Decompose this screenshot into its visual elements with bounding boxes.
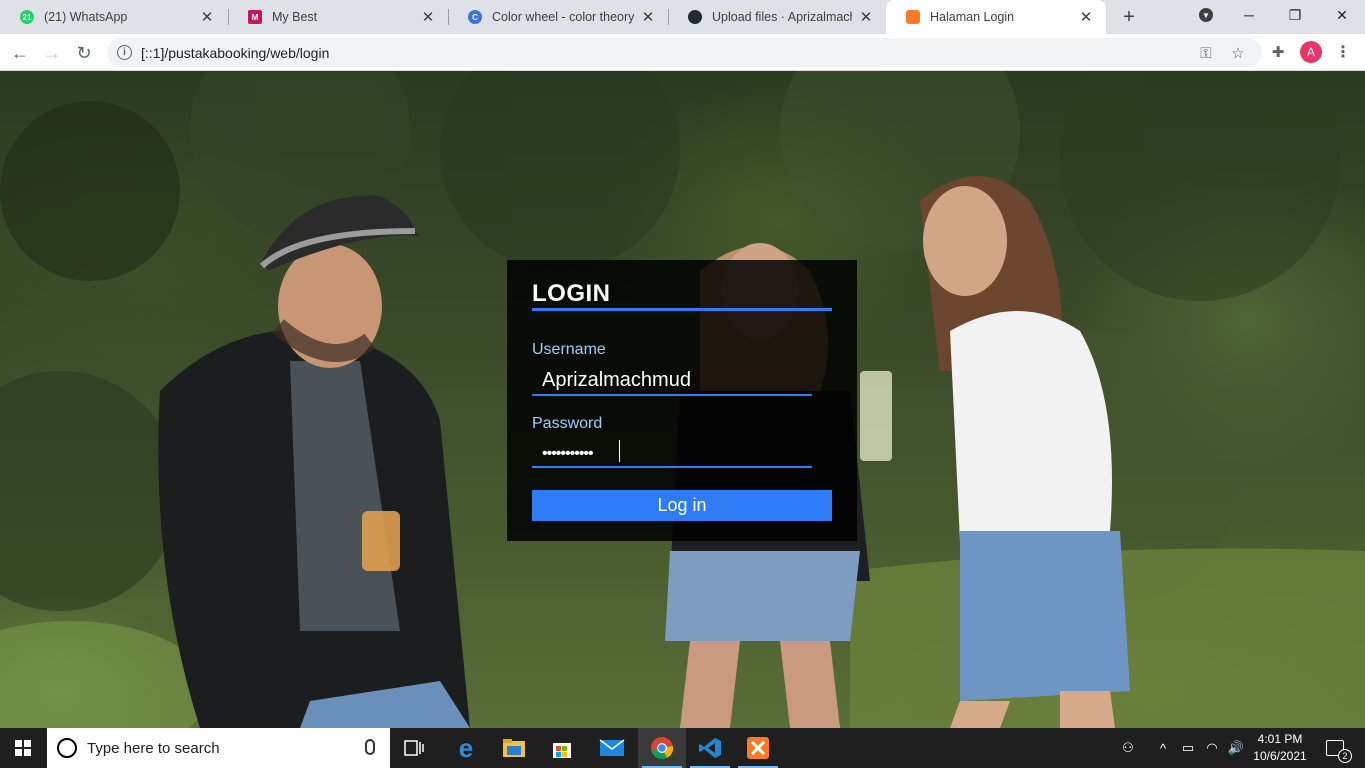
text-caret: [619, 440, 620, 462]
volume-icon[interactable]: 🔊: [1224, 728, 1248, 768]
reload-button[interactable]: ↻: [70, 39, 98, 67]
tab-my-best[interactable]: M My Best ✕: [228, 0, 448, 34]
address-bar[interactable]: i [::1]/pustakabooking/web/login ⚿ ☆: [107, 38, 1262, 67]
chrome-button[interactable]: [638, 728, 686, 768]
system-clock[interactable]: 4:01 PM 10/6/2021: [1250, 731, 1310, 765]
person-man: [158, 195, 470, 728]
notification-icon: 2: [1326, 740, 1352, 763]
minimize-button[interactable]: ─: [1226, 0, 1272, 30]
search-placeholder: Type here to search: [87, 740, 220, 757]
tab-github-upload[interactable]: Upload files · Aprizalmachmu ✕: [668, 0, 886, 34]
login-card: LOGIN Username Password ••••••••••• Log …: [507, 260, 857, 541]
more-menu-icon[interactable]: ⋮: [1334, 43, 1352, 61]
xampp-icon: [747, 737, 769, 759]
tab-whatsapp[interactable]: 21 (21) WhatsApp ✕: [0, 0, 227, 34]
username-label: Username: [532, 341, 606, 358]
vscode-button[interactable]: [686, 728, 734, 768]
mail-button[interactable]: [588, 728, 636, 768]
tab-halaman-login[interactable]: Halaman Login ✕: [886, 0, 1106, 34]
tab-color-wheel[interactable]: C Color wheel - color theory an ✕: [448, 0, 668, 34]
windows-taskbar: Type here to search e ⚇ ^ ▭ ◠ 🔊 4:01 PM …: [0, 728, 1365, 768]
password-label: Password: [532, 415, 603, 432]
battery-icon[interactable]: ▭: [1178, 728, 1198, 768]
people-icon[interactable]: ⚇: [1116, 728, 1140, 768]
task-view-button[interactable]: [390, 728, 438, 768]
arrow-left-icon: ←: [11, 42, 29, 63]
mail-icon: [599, 739, 625, 756]
notification-badge: 2: [1338, 749, 1352, 763]
taskbar-search[interactable]: Type here to search: [47, 728, 390, 768]
star-icon[interactable]: ☆: [1229, 44, 1247, 62]
key-icon[interactable]: ⚿: [1197, 44, 1215, 62]
window-close-button[interactable]: ✕: [1319, 0, 1365, 30]
back-button[interactable]: ←: [6, 39, 34, 67]
store-icon: [553, 743, 571, 758]
arrow-right-icon: →: [43, 42, 61, 63]
color-wheel-icon: C: [468, 10, 482, 24]
username-input[interactable]: [532, 366, 812, 396]
browser-toolbar: ← → ↻ i [::1]/pustakabooking/web/login ⚿…: [0, 34, 1365, 71]
tab-title: Halaman Login: [930, 10, 1015, 24]
chevron-up-icon[interactable]: ^: [1152, 728, 1174, 768]
close-icon[interactable]: ✕: [199, 9, 215, 26]
xampp-button[interactable]: [734, 728, 782, 768]
password-mask: •••••••••••: [542, 445, 594, 462]
close-icon[interactable]: ✕: [420, 9, 436, 26]
reload-icon: ↻: [76, 42, 92, 63]
edge-icon: e: [458, 732, 474, 763]
close-icon[interactable]: ✕: [640, 9, 656, 26]
close-icon[interactable]: ✕: [858, 9, 874, 26]
microphone-icon[interactable]: [365, 739, 375, 755]
tab-strip: 21 (21) WhatsApp ✕ M My Best ✕ C Color w…: [0, 0, 1365, 34]
info-icon[interactable]: i: [117, 45, 132, 60]
tab-title: Color wheel - color theory an: [492, 10, 634, 24]
clock-time: 4:01 PM: [1257, 732, 1303, 746]
avatar[interactable]: A: [1300, 41, 1322, 63]
title-underline: [532, 308, 832, 311]
xampp-icon: [906, 10, 920, 24]
start-button[interactable]: [0, 728, 46, 768]
tab-title: My Best: [272, 10, 318, 24]
restore-button[interactable]: ❐: [1272, 0, 1318, 30]
whatsapp-icon: 21: [20, 10, 34, 24]
windows-logo-icon: [15, 740, 31, 756]
notification-center-button[interactable]: 2: [1318, 728, 1352, 768]
wifi-icon[interactable]: ◠: [1202, 728, 1222, 768]
forward-button[interactable]: →: [38, 39, 66, 67]
mybest-icon: M: [248, 10, 262, 24]
task-view-icon: [404, 740, 424, 756]
file-explorer-button[interactable]: [490, 728, 538, 768]
extensions-icon[interactable]: ✚: [1269, 43, 1287, 61]
cortana-icon: [57, 738, 77, 758]
chrome-icon: [651, 737, 674, 759]
login-title: LOGIN: [532, 280, 611, 307]
tab-title: (21) WhatsApp: [44, 10, 128, 24]
login-page-background: LOGIN Username Password ••••••••••• Log …: [0, 71, 1365, 728]
tab-title: Upload files · Aprizalmachmu: [712, 10, 852, 24]
github-icon: [688, 10, 702, 24]
url-text[interactable]: [::1]/pustakabooking/web/login: [141, 45, 329, 61]
close-icon[interactable]: ✕: [1078, 9, 1094, 26]
edge-button[interactable]: e: [442, 728, 490, 768]
chevron-down-icon: ▼: [1199, 8, 1213, 22]
new-tab-button[interactable]: +: [1117, 5, 1141, 29]
vscode-icon: [699, 738, 721, 758]
clock-date: 10/6/2021: [1253, 749, 1307, 763]
store-button[interactable]: [538, 728, 586, 768]
file-explorer-icon: [503, 739, 525, 757]
login-button[interactable]: Log in: [532, 490, 832, 521]
tab-search-button[interactable]: ▼: [1183, 0, 1229, 30]
